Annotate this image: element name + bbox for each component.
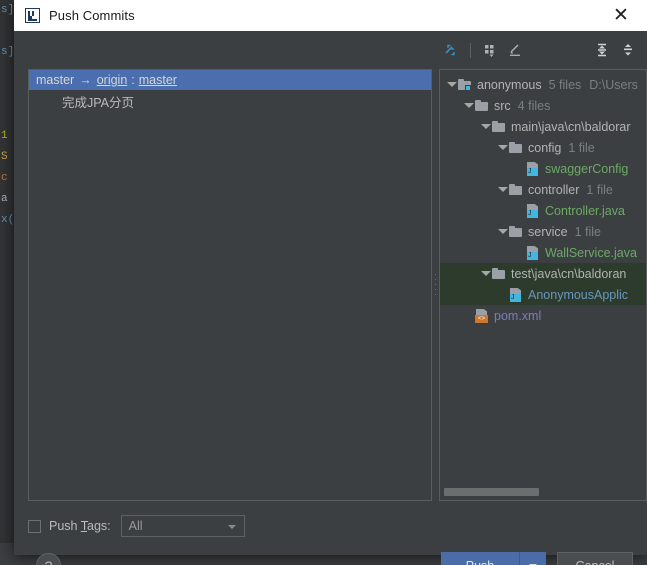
chevron-down-icon[interactable] [497, 221, 508, 242]
tree-node-label: swaggerConfig [545, 161, 629, 176]
folder-icon [508, 179, 525, 200]
push-label-post: ush [474, 559, 494, 565]
dialog-body: master → origin : master 完成JPA分页 anonymo… [14, 31, 647, 565]
xml-file-icon [474, 305, 491, 326]
changed-files-tree[interactable]: anonymous 5 files D:\Users src 4 files main\j… [439, 69, 647, 501]
commit-branch-header[interactable]: master → origin : master [29, 70, 431, 90]
panel-splitter[interactable] [432, 69, 439, 501]
folder-icon [491, 116, 508, 137]
chevron-down-icon[interactable] [480, 116, 491, 137]
tree-node-file-count: 4 files [517, 98, 551, 113]
toolbar-separator [470, 42, 471, 58]
tree-node-spacer [514, 242, 525, 263]
tree-node[interactable]: src 4 files [440, 95, 646, 116]
collapse-all-icon[interactable] [615, 38, 641, 62]
tree-node-label: WallService.java [545, 245, 637, 260]
tree-node[interactable]: swaggerConfig [440, 158, 646, 179]
screen: s] s] 1 S c a x( ] ] ] Push Commit [0, 0, 647, 565]
tree-node-file-count: 1 file [568, 140, 595, 155]
push-options-dropdown-button[interactable] [519, 552, 546, 565]
push-commits-dialog: Push Commits ✕ master → origin: master … [14, 0, 647, 565]
tree-node[interactable]: pom.xml [440, 305, 646, 326]
chevron-down-icon[interactable] [497, 137, 508, 158]
cancel-button[interactable]: Cancel [557, 552, 633, 565]
tree-toolbar [438, 37, 641, 63]
commits-list[interactable]: master → origin : master 完成JPA分页 [28, 69, 432, 501]
push-tags-selected-value: All [128, 519, 143, 533]
separator-colon: : [131, 73, 135, 87]
tree-node[interactable]: Controller.java [440, 200, 646, 221]
push-tags-label-post: ags: [87, 519, 111, 533]
dialog-title: Push Commits [49, 8, 135, 23]
tree-node-label: test\java\cn\baldoran [511, 266, 627, 281]
module-folder-icon [457, 74, 474, 95]
push-tags-label-pre: Push [49, 519, 81, 533]
tree-node-label: config [528, 140, 562, 155]
tree-node-label: AnonymousApplic [528, 287, 629, 302]
java-file-icon [508, 284, 525, 305]
module-badge-icon [465, 85, 471, 91]
commit-message: 完成JPA分页 [62, 95, 134, 110]
edit-source-icon[interactable] [503, 38, 529, 62]
show-diff-icon[interactable] [438, 38, 464, 62]
tree-node-spacer [514, 158, 525, 179]
tree-node-label: main\java\cn\baldorar [511, 119, 631, 134]
folder-icon [474, 95, 491, 116]
push-tags-select[interactable]: All [120, 515, 245, 537]
chevron-down-icon[interactable] [446, 74, 457, 95]
chevron-down-icon [227, 525, 236, 529]
tree-node-label: src [494, 98, 511, 113]
commit-row[interactable]: 完成JPA分页 [29, 90, 431, 112]
tree-node[interactable]: config 1 file [440, 137, 646, 158]
tree-node-label: pom.xml [494, 308, 542, 323]
tree-horizontal-scrollbar[interactable] [442, 487, 644, 497]
tree-node-spacer [514, 200, 525, 221]
push-tags-label: Push Tags: [49, 519, 111, 533]
dialog-titlebar: Push Commits ✕ [14, 0, 647, 31]
tree-node[interactable]: anonymous 5 files D:\Users [440, 74, 646, 95]
tree-node-file-count: 5 files [548, 77, 582, 92]
folder-icon [508, 137, 525, 158]
help-button[interactable]: ? [36, 553, 61, 565]
remote-branch-link[interactable]: master [139, 73, 177, 87]
tree-node[interactable]: WallService.java [440, 242, 646, 263]
tree-node-label: anonymous [477, 77, 542, 92]
push-arrow-icon: → [79, 73, 92, 87]
close-icon[interactable]: ✕ [603, 0, 639, 31]
tree-node-spacer [463, 305, 474, 326]
expand-all-icon[interactable] [589, 38, 615, 62]
tree-node[interactable]: AnonymousApplic [440, 284, 646, 305]
remote-name-link[interactable]: origin [97, 73, 128, 87]
chevron-down-icon[interactable] [480, 263, 491, 284]
push-tags-row: Push Tags: All [28, 515, 245, 537]
tree-node-label: controller [528, 182, 580, 197]
tree-node-spacer [497, 284, 508, 305]
tree-node-path: D:\Users [589, 77, 638, 92]
push-label-mnemonic: P [466, 559, 474, 565]
tree-node[interactable]: service 1 file [440, 221, 646, 242]
intellij-idea-logo-icon [25, 8, 40, 23]
tree-node-file-count: 1 file [574, 224, 601, 239]
push-tags-checkbox[interactable] [28, 519, 41, 533]
java-file-icon [525, 200, 542, 221]
tree-node[interactable]: controller 1 file [440, 179, 646, 200]
folder-icon [508, 221, 525, 242]
group-by-icon[interactable] [477, 38, 503, 62]
local-branch-label: master [36, 73, 75, 87]
folder-icon [491, 263, 508, 284]
tree-node-label: service [528, 224, 568, 239]
push-button[interactable]: Push [441, 552, 519, 565]
tree-nodes: anonymous 5 files D:\Users src 4 files main\j… [440, 74, 646, 326]
tree-node[interactable]: main\java\cn\baldorar [440, 116, 646, 137]
tree-node-file-count: 1 file [586, 182, 613, 197]
chevron-down-icon[interactable] [463, 95, 474, 116]
tree-node[interactable]: test\java\cn\baldoran [440, 263, 646, 284]
java-file-icon [525, 158, 542, 179]
chevron-down-icon[interactable] [497, 179, 508, 200]
tree-node-label: Controller.java [545, 203, 625, 218]
java-file-icon [525, 242, 542, 263]
